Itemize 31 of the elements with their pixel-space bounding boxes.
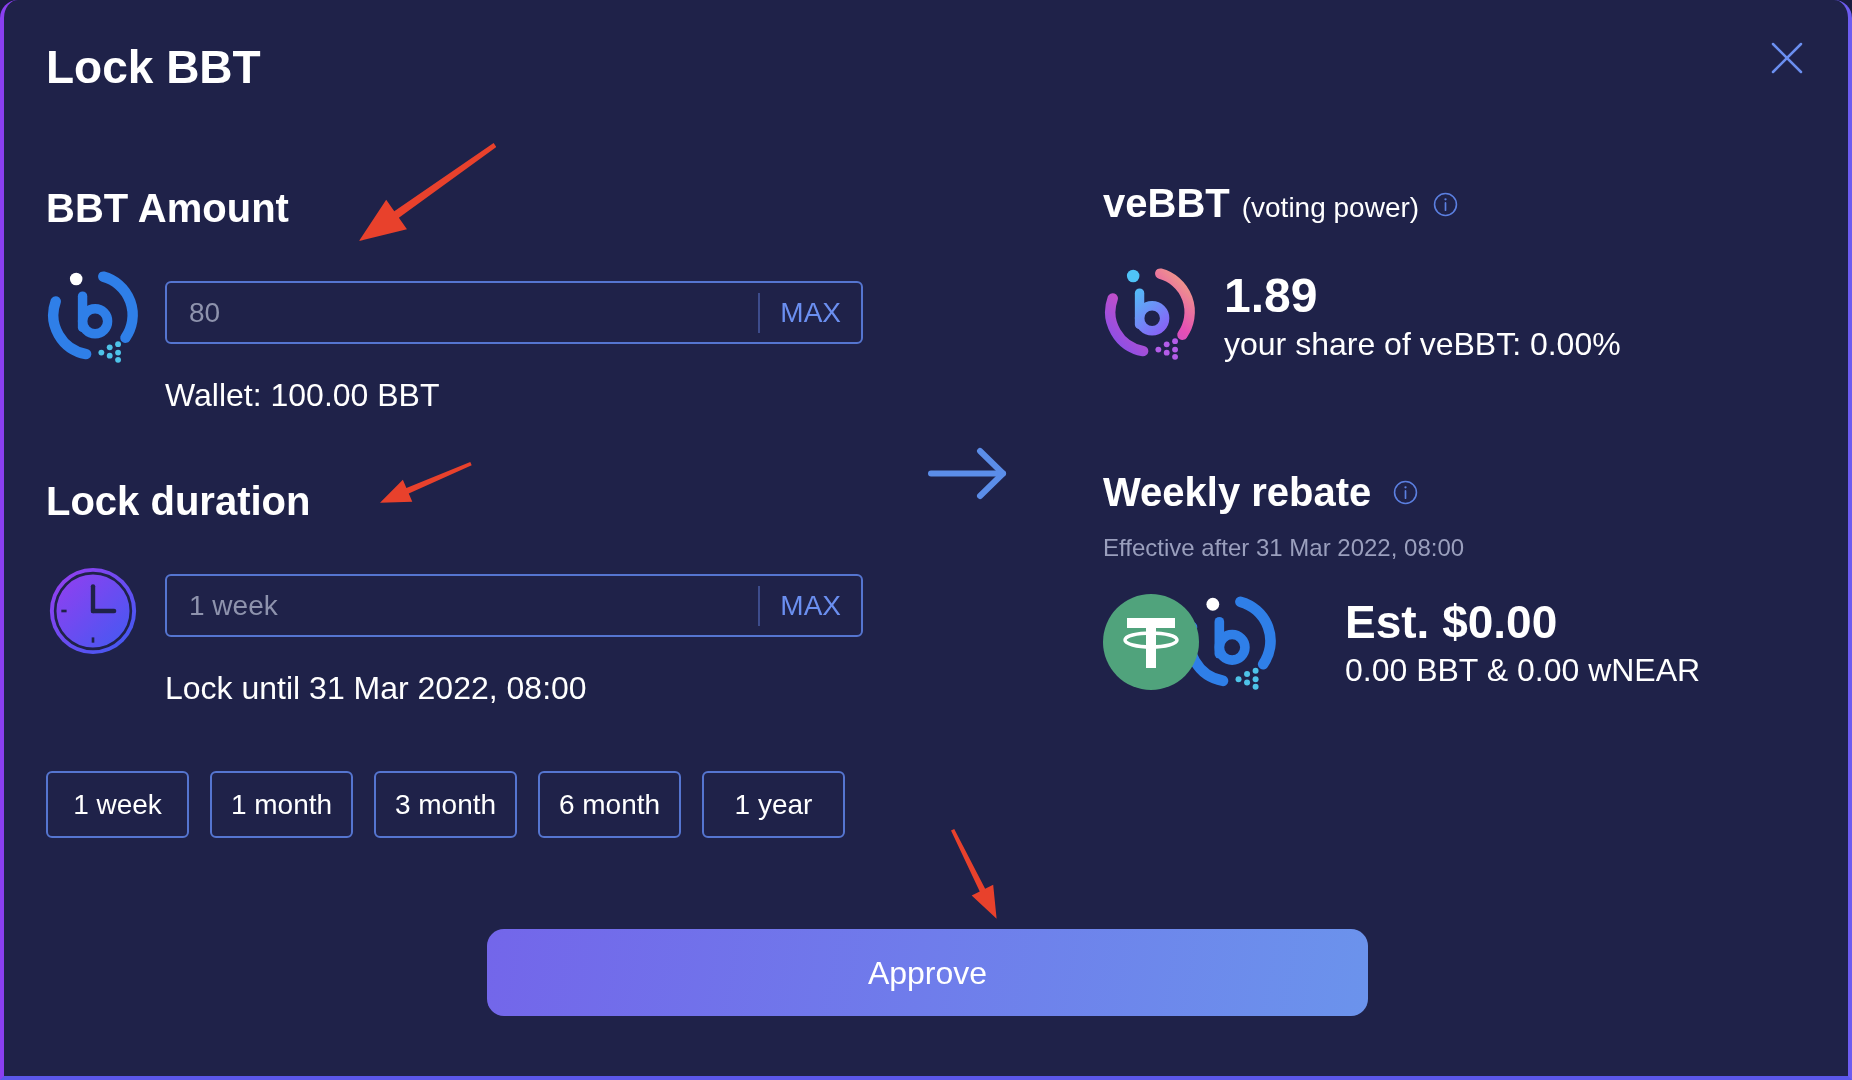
- duration-preset-button[interactable]: 1 month: [210, 771, 353, 838]
- approve-button[interactable]: Approve: [487, 929, 1368, 1016]
- vebbt-title: veBBT: [1103, 183, 1230, 223]
- rebate-estimate: Est. $0.00: [1345, 599, 1558, 645]
- info-icon[interactable]: [1393, 479, 1419, 505]
- duration-preset-button[interactable]: 6 month: [538, 771, 681, 838]
- close-button[interactable]: [1771, 42, 1803, 74]
- duration-field[interactable]: 1 week MAX: [165, 574, 863, 637]
- vebbt-subtitle: (voting power): [1241, 194, 1420, 222]
- duration-preset-button[interactable]: 1 year: [702, 771, 845, 838]
- b-logo-icon: [46, 269, 140, 363]
- duration-preset-button[interactable]: 3 month: [374, 771, 517, 838]
- vebbt-share: your share of veBBT: 0.00%: [1224, 328, 1621, 360]
- amount-heading: BBT Amount: [46, 188, 289, 228]
- b-logo-icon: [1103, 266, 1197, 360]
- rebate-title: Weekly rebate: [1103, 472, 1372, 512]
- duration-heading: Lock duration: [46, 481, 311, 521]
- rebate-breakdown: 0.00 BBT & 0.00 wNEAR: [1345, 654, 1701, 686]
- close-icon: [1771, 42, 1803, 74]
- max-button[interactable]: MAX: [760, 576, 861, 635]
- wallet-balance: Wallet: 100.00 BBT: [165, 379, 440, 411]
- lock-until-text: Lock until 31 Mar 2022, 08:00: [165, 672, 587, 704]
- info-icon[interactable]: [1433, 192, 1459, 217]
- t-coin-icon: [1103, 594, 1199, 690]
- duration-preset-button[interactable]: 1 week: [46, 771, 189, 838]
- dialog-title: Lock BBT: [46, 44, 261, 90]
- rebate-effective-date: Effective after 31 Mar 2022, 08:00: [1103, 536, 1465, 560]
- vebbt-value: 1.89: [1224, 272, 1318, 320]
- max-button[interactable]: MAX: [760, 283, 861, 342]
- amount-field[interactable]: 80 MAX: [165, 281, 863, 344]
- clock-icon: [49, 567, 137, 655]
